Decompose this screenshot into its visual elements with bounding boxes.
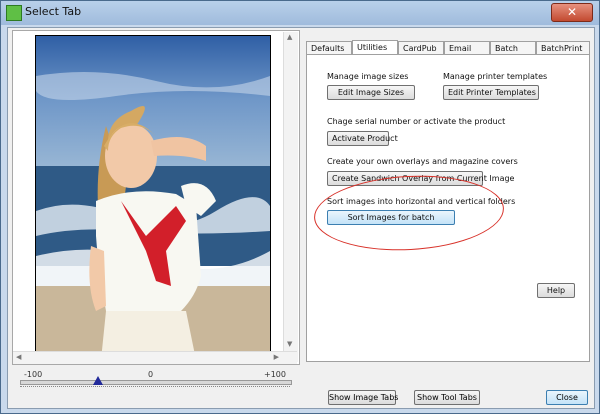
- close-button[interactable]: Close: [546, 390, 588, 405]
- printer-templates-label: Manage printer templates: [443, 72, 548, 81]
- tab-cardpub[interactable]: CardPub: [398, 41, 444, 54]
- image-sizes-label: Manage image sizes: [327, 72, 409, 81]
- title-bar[interactable]: Select Tab ✕: [1, 1, 599, 25]
- window-close-icon[interactable]: ✕: [551, 3, 593, 22]
- tab-batchprint[interactable]: BatchPrint: [536, 41, 590, 54]
- tab-defaults[interactable]: Defaults: [306, 41, 352, 54]
- overlays-label: Create your own overlays and magazine co…: [327, 157, 518, 166]
- slider-min-label: -100: [24, 370, 43, 379]
- scroll-right-icon[interactable]: ▶: [274, 353, 279, 361]
- app-icon: [6, 5, 22, 21]
- preview-photo: [35, 35, 271, 361]
- image-preview-pane: ▲ ▼ ◀ ▶: [12, 30, 300, 365]
- show-tool-tabs-button[interactable]: Show Tool Tabs: [414, 390, 480, 405]
- scroll-down-icon[interactable]: ▼: [287, 340, 292, 348]
- tab-strip: Defaults Utilities CardPub Email Batch B…: [306, 40, 590, 55]
- slider-thumb[interactable]: [93, 376, 103, 385]
- scroll-left-icon[interactable]: ◀: [16, 353, 21, 361]
- window-title: Select Tab: [25, 5, 82, 18]
- preview-horizontal-scrollbar[interactable]: ◀ ▶: [13, 351, 297, 364]
- adjust-slider-track[interactable]: [20, 380, 292, 385]
- serial-label: Chage serial number or activate the prod…: [327, 117, 506, 126]
- dialog-client: ▲ ▼ ◀ ▶ -100 0 +100 Defaults Utilities C…: [7, 27, 595, 409]
- preview-vertical-scrollbar[interactable]: ▲ ▼: [283, 32, 298, 362]
- select-tab-window: Select Tab ✕ ▲ ▼ ◀ ▶ -100 0 +100 Default…: [0, 0, 600, 414]
- activate-product-button[interactable]: Activate Product: [327, 131, 398, 146]
- edit-image-sizes-button[interactable]: Edit Image Sizes: [327, 85, 415, 100]
- slider-mid-label: 0: [148, 370, 154, 379]
- slider-max-label: +100: [264, 370, 286, 379]
- help-button[interactable]: Help: [537, 283, 575, 298]
- tab-batch[interactable]: Batch: [490, 41, 536, 54]
- scroll-up-icon[interactable]: ▲: [287, 33, 292, 41]
- tab-utilities[interactable]: Utilities: [352, 40, 398, 55]
- slider-ticks: [20, 386, 290, 391]
- tab-email[interactable]: Email: [444, 41, 490, 54]
- edit-printer-templates-button[interactable]: Edit Printer Templates: [443, 85, 539, 100]
- show-image-tabs-button[interactable]: Show Image Tabs: [328, 390, 398, 405]
